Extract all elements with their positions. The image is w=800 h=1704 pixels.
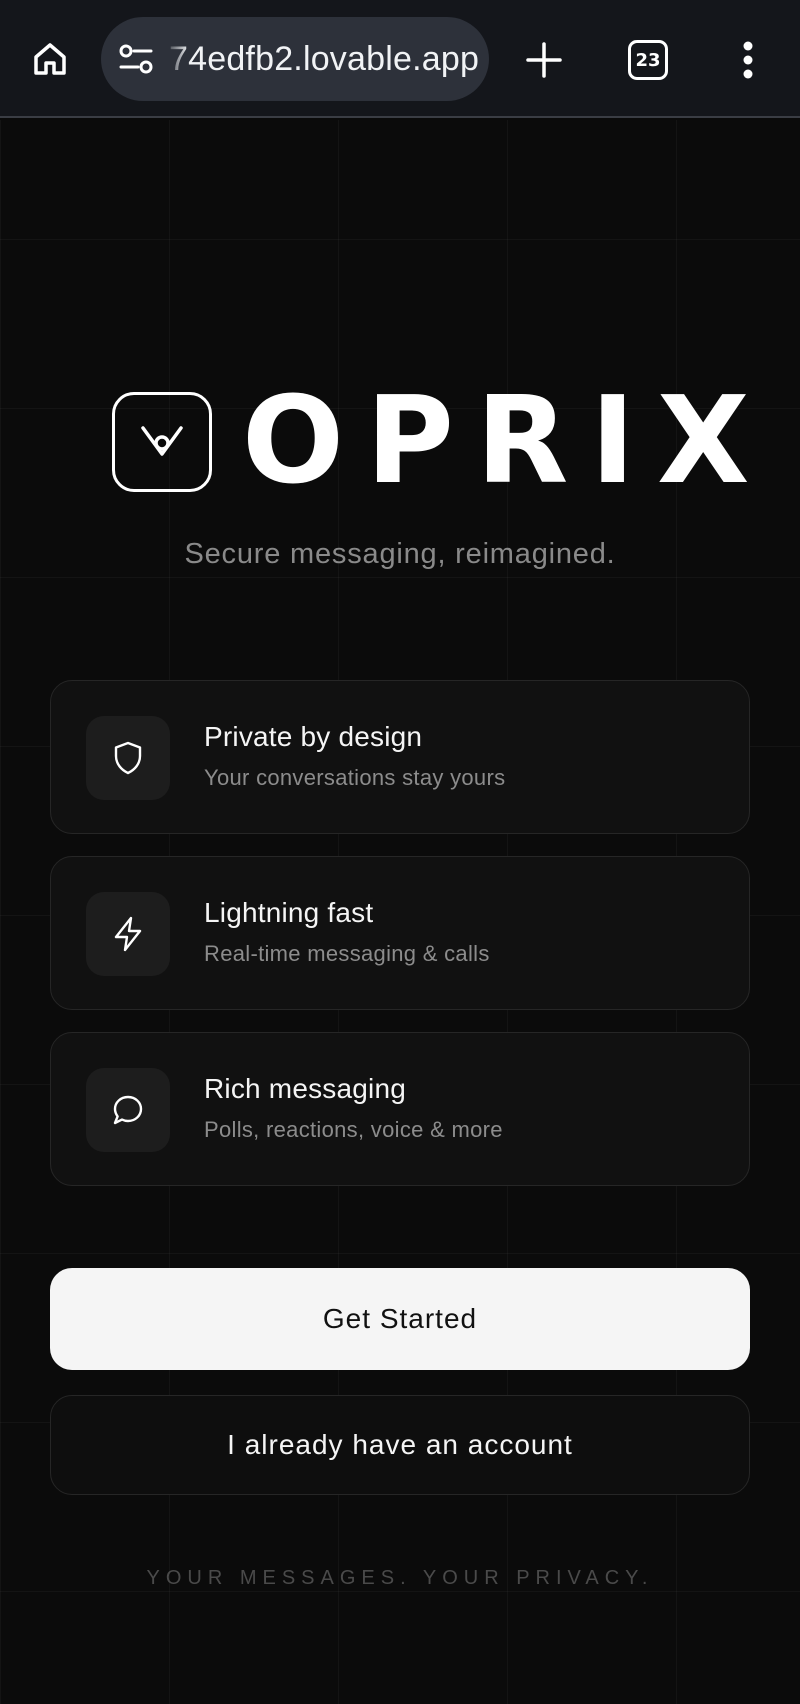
url-fade: [165, 17, 189, 101]
feature-card-private: Private by design Your conversations sta…: [50, 680, 750, 834]
lightning-icon: [114, 916, 142, 952]
feature-icon-box: [86, 892, 170, 976]
browser-menu-button[interactable]: [730, 38, 766, 82]
welcome-page: OPRIX Secure messaging, reimagined. Priv…: [0, 120, 800, 1704]
tagline: Secure messaging, reimagined.: [184, 538, 616, 570]
more-vertical-icon: [743, 41, 753, 79]
feature-icon-box: [86, 1068, 170, 1152]
feature-subtitle: Your conversations stay yours: [204, 765, 506, 790]
feature-list: Private by design Your conversations sta…: [50, 680, 750, 1208]
feature-title: Rich messaging: [204, 1073, 406, 1104]
url-text[interactable]: 74edfb2.lovable.app: [169, 17, 485, 101]
footer-note: YOUR MESSAGES. YOUR PRIVACY.: [146, 1567, 654, 1589]
tab-switcher-button[interactable]: 23: [628, 40, 668, 80]
sign-in-button[interactable]: I already have an account: [50, 1395, 750, 1495]
brand-logo: OPRIX: [112, 372, 772, 511]
address-bar[interactable]: 74edfb2.lovable.app: [101, 17, 489, 101]
tab-count: 23: [635, 49, 661, 71]
browser-toolbar: 74edfb2.lovable.app 23: [0, 0, 800, 118]
feature-card-fast: Lightning fast Real-time messaging & cal…: [50, 856, 750, 1010]
chat-bubble-icon: [113, 1095, 143, 1125]
home-icon: [34, 43, 66, 75]
feature-subtitle: Real-time messaging & calls: [204, 941, 490, 966]
shield-icon: [114, 741, 142, 775]
logo-mark-icon: [112, 392, 212, 492]
site-settings-icon[interactable]: [117, 41, 155, 77]
feature-title: Private by design: [204, 721, 423, 752]
home-button[interactable]: [28, 37, 72, 81]
feature-title: Lightning fast: [204, 897, 374, 928]
brand-name: OPRIX: [242, 372, 772, 511]
feature-icon-box: [86, 716, 170, 800]
feature-card-rich: Rich messaging Polls, reactions, voice &…: [50, 1032, 750, 1186]
get-started-button[interactable]: Get Started: [50, 1268, 750, 1370]
feature-subtitle: Polls, reactions, voice & more: [204, 1117, 503, 1142]
new-tab-button[interactable]: [521, 37, 567, 83]
plus-icon: [526, 42, 562, 78]
